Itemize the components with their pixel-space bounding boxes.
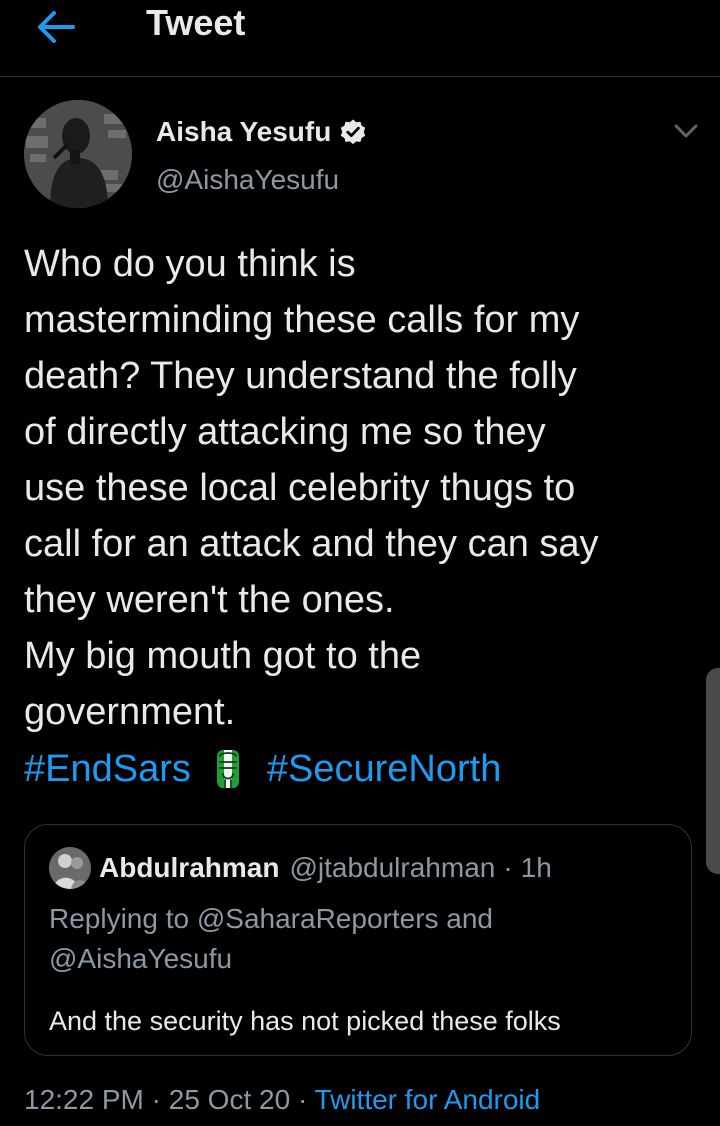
top-bar: Tweet xyxy=(0,0,720,77)
quote-body: And the security has not picked these fo… xyxy=(49,1006,561,1036)
separator-dot: · xyxy=(151,1084,161,1115)
tweet-line: Who do you think is xyxy=(24,243,356,285)
verified-badge-icon xyxy=(341,119,366,145)
tweet-meta: 12:22 PM · 25 Oct 20 · Twitter for Andro… xyxy=(24,1080,540,1120)
quote-author-name[interactable]: Abdulrahman xyxy=(99,852,279,884)
back-button[interactable] xyxy=(28,2,84,52)
author-avatar[interactable] xyxy=(24,100,132,208)
author-name[interactable]: Aisha Yesufu xyxy=(156,112,331,152)
more-options-button[interactable] xyxy=(668,116,704,146)
tweet-line: My big mouth got to the xyxy=(24,635,422,677)
raised-fist-icon xyxy=(216,750,239,789)
arrow-left-icon xyxy=(38,11,75,43)
quote-header: Abdulrahman @jtabdulrahman · 1h xyxy=(99,847,552,889)
chevron-down-icon xyxy=(674,124,698,138)
quote-author-handle[interactable]: @jtabdulrahman xyxy=(289,852,495,884)
replying-to-text: Replying to @SaharaReporters and @AishaY… xyxy=(49,899,669,979)
tweet-line: masterminding these calls for my xyxy=(24,299,580,341)
avatar-photo xyxy=(24,100,132,208)
hashtag-row: #EndSars #SecureNorth xyxy=(24,741,501,797)
quote-avatar-photo xyxy=(49,847,91,889)
quoted-tweet-card[interactable]: Abdulrahman @jtabdulrahman · 1h Replying… xyxy=(24,824,692,1056)
author-handle[interactable]: @AishaYesufu xyxy=(156,160,339,200)
quote-timestamp: 1h xyxy=(520,852,552,883)
tweet-line: death? They understand the folly xyxy=(24,355,577,397)
tweet-line: use these local celebrity thugs to xyxy=(24,467,576,509)
quote-avatar[interactable] xyxy=(49,847,91,889)
tweet-line: of directly attacking me so they xyxy=(24,411,546,453)
tweet-source-link[interactable]: Twitter for Android xyxy=(315,1084,541,1115)
hashtag-endsars[interactable]: #EndSars xyxy=(24,748,191,791)
replying-to-line: @AishaYesufu xyxy=(49,943,233,974)
tweet-line: call for an attack and they can say xyxy=(24,523,599,565)
edge-panel-handle[interactable] xyxy=(706,668,720,874)
tweet-date: 25 Oct 20 xyxy=(168,1084,291,1115)
tweet-line: government. xyxy=(24,691,236,733)
separator-dot: · xyxy=(297,1084,308,1115)
tweet-line: they weren't the ones. xyxy=(24,579,395,621)
separator-dot: · xyxy=(503,852,513,883)
page-title: Tweet xyxy=(146,2,246,43)
tweet-time: 12:22 PM xyxy=(24,1084,144,1115)
replying-to-line: Replying to @SaharaReporters and xyxy=(49,903,494,934)
author-name-row[interactable]: Aisha Yesufu xyxy=(156,112,367,152)
hashtag-securenorth[interactable]: #SecureNorth xyxy=(267,748,501,791)
tweet-text: Who do you think is masterminding these … xyxy=(24,236,694,740)
